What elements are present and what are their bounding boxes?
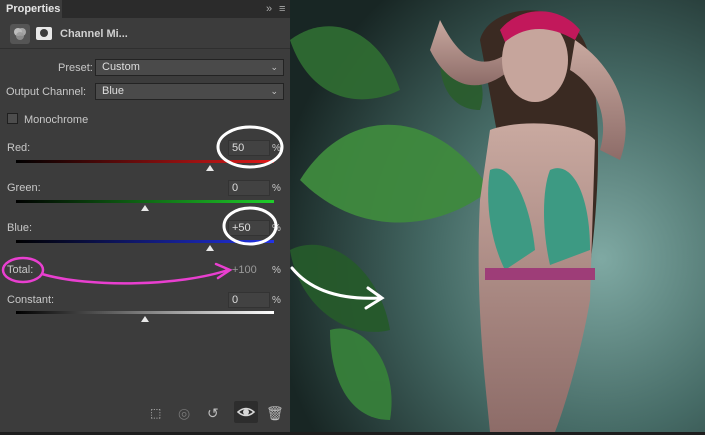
green-value-input[interactable]: 0: [228, 180, 270, 196]
panel-menu-icon[interactable]: ≡: [279, 0, 285, 18]
tab-bar: Properties » ≡: [0, 0, 290, 18]
view-previous-icon[interactable]: ◎: [178, 404, 190, 422]
monochrome-label: Monochrome: [24, 114, 89, 126]
collapse-icon[interactable]: »: [266, 0, 272, 18]
green-slider-thumb[interactable]: [141, 205, 149, 211]
photo-canvas: [290, 0, 705, 432]
visibility-toggle[interactable]: [234, 401, 258, 423]
channel-mixer-adjustment-icon: [10, 24, 30, 44]
chevron-down-icon: ⌄: [270, 86, 278, 96]
constant-label: Constant:: [7, 294, 55, 306]
green-label: Green:: [7, 182, 41, 194]
red-unit: %: [272, 143, 281, 154]
constant-slider-track[interactable]: [16, 311, 274, 314]
output-channel-select[interactable]: Blue ⌄: [95, 83, 284, 100]
blue-unit: %: [272, 223, 281, 234]
total-value: +100: [232, 264, 257, 276]
reset-icon[interactable]: ↺: [207, 404, 219, 422]
blue-label: Blue:: [7, 222, 33, 234]
clip-to-layer-icon[interactable]: ⬚: [150, 404, 161, 422]
portrait-photo: [290, 0, 705, 432]
bottom-toolbar: ⬚ ◎ ↺ 🗑: [0, 398, 290, 432]
layer-mask-icon[interactable]: [36, 27, 52, 40]
panel-title: Channel Mi...: [60, 28, 128, 40]
total-unit: %: [272, 265, 281, 276]
preset-label: Preset:: [58, 62, 93, 74]
visibility-eye-icon: [236, 407, 256, 417]
constant-slider-thumb[interactable]: [141, 316, 149, 322]
blue-slider-thumb[interactable]: [205, 245, 214, 251]
panel-header: Channel Mi...: [0, 20, 290, 49]
tab-properties[interactable]: Properties: [0, 0, 62, 18]
output-channel-value: Blue: [102, 85, 125, 97]
red-label: Red:: [7, 142, 31, 154]
red-value-input[interactable]: 50: [228, 140, 270, 156]
constant-value-input[interactable]: 0: [228, 292, 270, 308]
blue-slider-track[interactable]: [16, 240, 274, 243]
properties-panel: Properties » ≡ Channel Mi... Preset: Cus…: [0, 0, 290, 432]
trash-icon[interactable]: 🗑: [266, 404, 284, 422]
preset-value: Custom: [102, 61, 140, 73]
red-slider-track[interactable]: [16, 160, 274, 163]
chevron-down-icon: ⌄: [270, 62, 278, 72]
green-unit: %: [272, 183, 281, 194]
red-slider-thumb[interactable]: [205, 165, 214, 171]
blue-value-input[interactable]: +50: [228, 220, 270, 236]
total-label: Total:: [7, 264, 34, 276]
constant-unit: %: [272, 295, 281, 306]
output-channel-label: Output Channel:: [6, 86, 87, 98]
preset-select[interactable]: Custom ⌄: [95, 59, 284, 76]
monochrome-checkbox[interactable]: [7, 113, 18, 124]
green-slider-track[interactable]: [16, 200, 274, 203]
